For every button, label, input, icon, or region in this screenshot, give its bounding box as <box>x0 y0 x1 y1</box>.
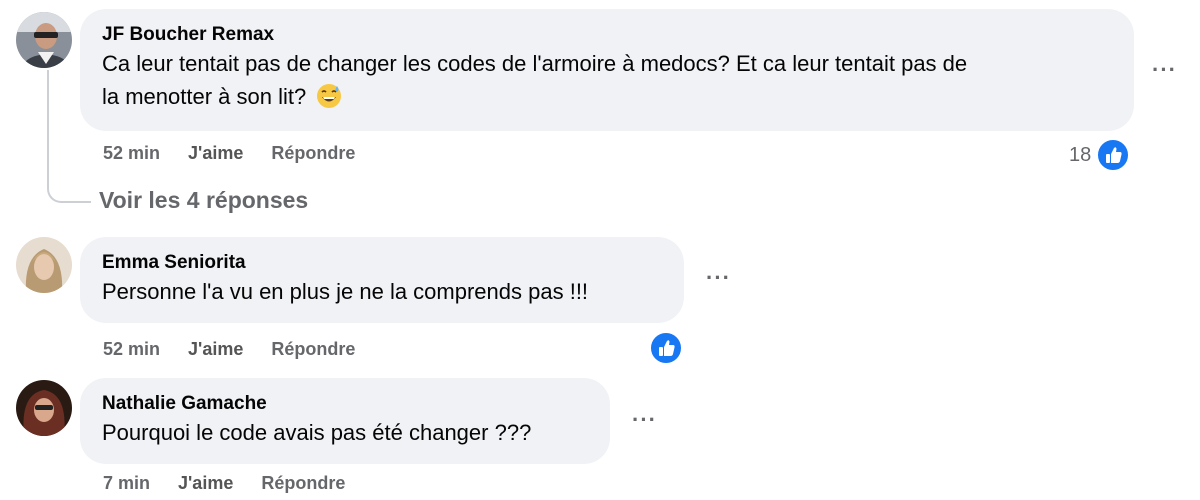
avatar[interactable] <box>16 12 72 68</box>
comment-author[interactable]: JF Boucher Remax <box>102 23 1112 47</box>
reply-button[interactable]: Répondre <box>271 339 355 360</box>
comment-text-line-1: Ca leur tentait pas de changer les codes… <box>102 51 968 76</box>
comment-text-line-2: la menotter à son lit? <box>102 84 307 109</box>
comment-options-button[interactable]: ··· <box>1152 59 1177 81</box>
reply-button[interactable]: Répondre <box>261 473 345 494</box>
comment-bubble: Emma Seniorita Personne l'a vu en plus j… <box>80 237 684 323</box>
comment-actions: 7 min J'aime Répondre <box>103 473 373 494</box>
comment-author[interactable]: Emma Seniorita <box>102 251 662 275</box>
like-button[interactable]: J'aime <box>178 473 233 494</box>
avatar[interactable] <box>16 380 72 436</box>
see-replies-link[interactable]: Voir les 4 réponses <box>99 187 308 214</box>
reply-button[interactable]: Répondre <box>271 143 355 164</box>
comment-timestamp[interactable]: 52 min <box>103 143 160 164</box>
comment-options-button[interactable]: ··· <box>706 267 731 289</box>
grinning-sweat-emoji-icon <box>316 83 342 118</box>
comment-text: Personne l'a vu en plus je ne la compren… <box>102 279 589 304</box>
comment-text: Ca leur tentait pas de changer les codes… <box>102 47 1112 118</box>
comment-text: Pourquoi le code avais pas été changer ?… <box>102 420 532 445</box>
comment-bubble: JF Boucher Remax Ca leur tentait pas de … <box>80 9 1134 131</box>
like-button[interactable]: J'aime <box>188 143 243 164</box>
comment-timestamp[interactable]: 7 min <box>103 473 150 494</box>
thumbs-up-icon[interactable] <box>1096 138 1130 172</box>
comment-bubble: Nathalie Gamache Pourquoi le code avais … <box>80 378 610 464</box>
avatar[interactable] <box>16 237 72 293</box>
reaction-count[interactable]: 18 <box>1069 144 1091 167</box>
comment-options-button[interactable]: ··· <box>632 409 657 431</box>
comment-author[interactable]: Nathalie Gamache <box>102 392 588 416</box>
like-button[interactable]: J'aime <box>188 339 243 360</box>
comment-actions: 52 min J'aime Répondre <box>103 143 383 164</box>
thumbs-up-icon[interactable] <box>649 331 683 365</box>
comment-actions: 52 min J'aime Répondre <box>103 339 383 360</box>
comment-timestamp[interactable]: 52 min <box>103 339 160 360</box>
